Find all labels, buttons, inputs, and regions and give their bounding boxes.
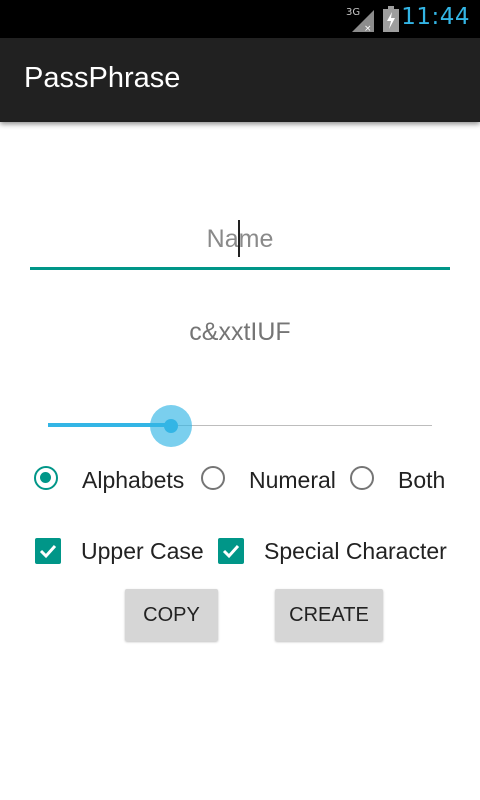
length-slider[interactable]	[48, 400, 432, 452]
create-button[interactable]: CREATE	[275, 589, 383, 641]
status-clock: 11:44	[401, 4, 470, 30]
battery-charging-icon	[383, 6, 399, 32]
radio-both-label: Both	[398, 467, 446, 493]
radio-circle-icon	[34, 466, 58, 490]
checkbox-checked-icon	[35, 538, 61, 564]
status-bar: 3G × 11:44	[0, 0, 480, 38]
generated-passphrase: c&xxtIUF	[189, 318, 291, 346]
copy-button[interactable]: COPY	[125, 589, 218, 641]
name-input-underline	[30, 267, 450, 270]
text-cursor	[238, 220, 240, 257]
network-type-label: 3G	[346, 7, 360, 18]
checkbox-checked-icon	[218, 538, 244, 564]
char-type-radio-group: Alphabets Numeral Both	[0, 460, 480, 500]
signal-strength-icon: 3G ×	[346, 7, 374, 32]
slider-thumb[interactable]	[163, 419, 178, 433]
options-checkbox-group: Upper Case Special Character	[0, 531, 480, 571]
radio-circle-icon	[350, 466, 374, 490]
radio-alphabets-label: Alphabets	[82, 467, 185, 493]
action-bar: PassPhrase	[0, 38, 480, 122]
name-input-hint: Name	[206, 225, 274, 253]
name-input[interactable]: Name	[30, 215, 450, 270]
svg-text:×: ×	[364, 24, 372, 32]
upper-case-label: Upper Case	[81, 538, 204, 564]
radio-numeral-label: Numeral	[249, 467, 336, 493]
app-title: PassPhrase	[24, 62, 181, 94]
special-character-label: Special Character	[264, 538, 447, 564]
radio-circle-icon	[201, 466, 225, 490]
